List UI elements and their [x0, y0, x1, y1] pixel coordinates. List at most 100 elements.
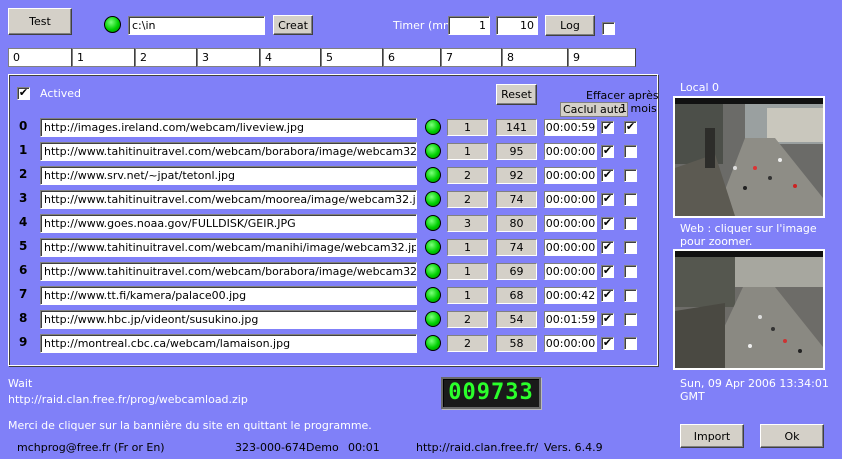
creat-button[interactable]: Creat	[273, 15, 313, 35]
street-photo-icon	[675, 98, 823, 216]
row-number: 1	[19, 143, 28, 157]
email-link[interactable]: mchprog@free.fr (Fr or En)	[17, 441, 165, 454]
effacer-checkbox[interactable]	[624, 145, 637, 158]
tab-6[interactable]: 6	[383, 48, 441, 67]
caclul-auto-checkbox[interactable]: ✔	[601, 121, 614, 134]
import-button[interactable]: Import	[680, 424, 744, 448]
effacer-checkbox[interactable]	[624, 289, 637, 302]
effacer-checkbox[interactable]: ✔	[624, 121, 637, 134]
webcam-url-input[interactable]: http://images.ireland.com/webcam/livevie…	[40, 118, 417, 137]
caclul-auto-checkbox[interactable]: ✔	[601, 217, 614, 230]
caclul-auto-checkbox[interactable]: ✔	[601, 193, 614, 206]
tab-2[interactable]: 2	[135, 48, 197, 67]
web-label-1: Web : cliquer sur l'image	[680, 222, 817, 235]
row-number: 7	[19, 287, 28, 301]
timer-input-1[interactable]: 1	[448, 16, 490, 35]
merci-text: Merci de cliquer sur la bannière du site…	[8, 419, 372, 432]
row-number: 2	[19, 167, 28, 181]
elapsed-time: 00:00:00	[544, 239, 597, 256]
row-number: 5	[19, 239, 28, 253]
row-number: 0	[19, 119, 28, 133]
actived-checkbox[interactable]: ✔	[17, 87, 30, 100]
version-label: Vers. 6.4.9	[544, 441, 603, 454]
interval-value[interactable]: 2	[447, 167, 488, 184]
interval-value[interactable]: 1	[447, 263, 488, 280]
ok-button[interactable]: Ok	[760, 424, 824, 448]
status-led	[425, 191, 441, 207]
status-led	[425, 143, 441, 159]
tab-8[interactable]: 8	[502, 48, 568, 67]
status-led	[425, 263, 441, 279]
webcam-url-input[interactable]: http://www.goes.noaa.gov/FULLDISK/GEIR.J…	[40, 214, 417, 233]
caclul-auto-checkbox[interactable]: ✔	[601, 289, 614, 302]
status-led	[104, 16, 121, 33]
tab-5[interactable]: 5	[321, 48, 383, 67]
interval-value[interactable]: 1	[447, 287, 488, 304]
effacer-checkbox[interactable]	[624, 241, 637, 254]
webcam-url-input[interactable]: http://www.tahitinuitravel.com/webcam/bo…	[40, 142, 417, 161]
webcam-url-input[interactable]: http://www.tahitinuitravel.com/webcam/mo…	[40, 190, 417, 209]
count-value: 92	[496, 167, 537, 184]
effacer-checkbox[interactable]	[624, 217, 637, 230]
date-line-2: GMT	[680, 390, 705, 403]
elapsed-time: 00:00:00	[544, 263, 597, 280]
elapsed-time: 00:00:00	[544, 191, 597, 208]
row-number: 6	[19, 263, 28, 277]
log-button[interactable]: Log	[545, 15, 595, 36]
web-webcam-image[interactable]	[673, 249, 825, 370]
tab-0[interactable]: 0	[8, 48, 72, 67]
interval-value[interactable]: 2	[447, 191, 488, 208]
webcam-url-input[interactable]: http://www.srv.net/~jpat/tetonl.jpg	[40, 166, 417, 185]
zip-url-link[interactable]: http://raid.clan.free.fr/prog/webcamload…	[8, 393, 248, 406]
caclul-auto-checkbox[interactable]: ✔	[601, 241, 614, 254]
webcam-url-input[interactable]: http://montreal.cbc.ca/webcam/lamaison.j…	[40, 334, 417, 353]
effacer-label: Effacer après	[586, 89, 659, 102]
log-checkbox[interactable]	[602, 22, 615, 35]
row-number: 8	[19, 311, 28, 325]
wait-label: Wait	[8, 377, 33, 390]
street-photo-icon	[675, 251, 823, 368]
interval-value[interactable]: 2	[447, 311, 488, 328]
interval-value[interactable]: 1	[447, 239, 488, 256]
tab-9[interactable]: 9	[568, 48, 636, 67]
elapsed-time: 00:01:59	[544, 311, 597, 328]
caclul-auto-checkbox[interactable]: ✔	[601, 337, 614, 350]
webcam-url-input[interactable]: http://www.tt.fi/kamera/palace00.jpg	[40, 286, 417, 305]
tab-7[interactable]: 7	[441, 48, 502, 67]
webcam-url-input[interactable]: http://www.hbc.jp/videont/susukino.jpg	[40, 310, 417, 329]
caclul-auto-checkbox[interactable]: ✔	[601, 145, 614, 158]
effacer-checkbox[interactable]	[624, 265, 637, 278]
test-button[interactable]: Test	[8, 8, 72, 35]
demo-label: Demo	[306, 441, 339, 454]
elapsed-time: 00:00:42	[544, 287, 597, 304]
elapsed-time: 00:00:00	[544, 335, 597, 352]
interval-value[interactable]: 1	[447, 143, 488, 160]
status-led	[425, 215, 441, 231]
elapsed-time: 00:00:00	[544, 143, 597, 160]
tab-3[interactable]: 3	[197, 48, 260, 67]
tab-4[interactable]: 4	[260, 48, 321, 67]
effacer-checkbox[interactable]	[624, 337, 637, 350]
interval-value[interactable]: 3	[447, 215, 488, 232]
status-led	[425, 287, 441, 303]
timer-input-2[interactable]: 10	[496, 16, 538, 35]
caclul-auto-checkbox[interactable]: ✔	[601, 313, 614, 326]
reset-button[interactable]: Reset	[496, 84, 537, 105]
effacer-checkbox[interactable]	[624, 193, 637, 206]
count-value: 74	[496, 191, 537, 208]
webcam-url-input[interactable]: http://www.tahitinuitravel.com/webcam/bo…	[40, 262, 417, 281]
effacer-checkbox[interactable]	[624, 313, 637, 326]
interval-value[interactable]: 1	[447, 119, 488, 136]
caclul-auto-checkbox[interactable]: ✔	[601, 169, 614, 182]
interval-value[interactable]: 2	[447, 335, 488, 352]
path-input[interactable]: c:\in	[128, 16, 265, 35]
timer-label: Timer (mn)	[393, 19, 455, 32]
status-led	[425, 311, 441, 327]
row-number: 4	[19, 215, 28, 229]
caclul-auto-checkbox[interactable]: ✔	[601, 265, 614, 278]
tab-1[interactable]: 1	[72, 48, 135, 67]
webcam-url-input[interactable]: http://www.tahitinuitravel.com/webcam/ma…	[40, 238, 417, 257]
effacer-checkbox[interactable]	[624, 169, 637, 182]
local-webcam-image[interactable]	[673, 96, 825, 218]
site-link[interactable]: http://raid.clan.free.fr/	[416, 441, 538, 454]
